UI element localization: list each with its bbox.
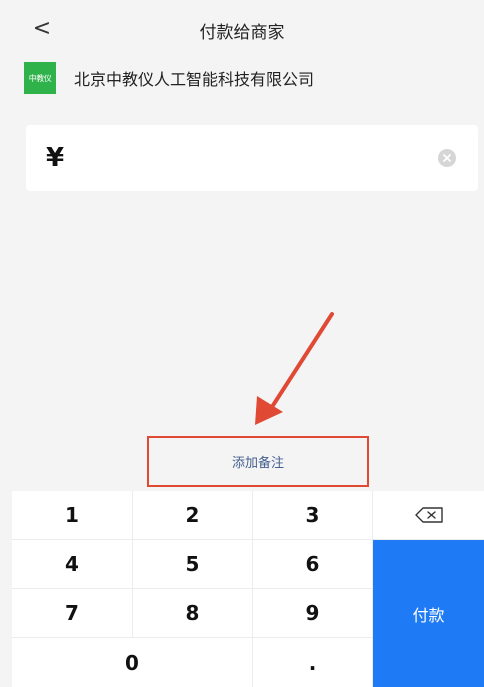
key-5[interactable]: 5 [133, 540, 253, 589]
add-remark-link[interactable]: 添加备注 [232, 452, 284, 471]
key-0[interactable]: 0 [12, 638, 253, 687]
key-1[interactable]: 1 [12, 491, 133, 540]
pay-button[interactable]: 付款 [373, 540, 484, 687]
key-decimal[interactable]: . [253, 638, 373, 687]
key-9[interactable]: 9 [253, 589, 373, 638]
key-4[interactable]: 4 [12, 540, 133, 589]
numeric-keypad: 1 2 3 4 5 6 7 8 9 0 . 付款 [12, 491, 484, 687]
key-3[interactable]: 3 [253, 491, 373, 540]
key-6[interactable]: 6 [253, 540, 373, 589]
key-8[interactable]: 8 [133, 589, 253, 638]
remark-highlight-box: 添加备注 [147, 436, 369, 487]
backspace-key[interactable] [373, 491, 484, 540]
key-7[interactable]: 7 [12, 589, 133, 638]
key-2[interactable]: 2 [133, 491, 253, 540]
backspace-icon [414, 507, 443, 523]
